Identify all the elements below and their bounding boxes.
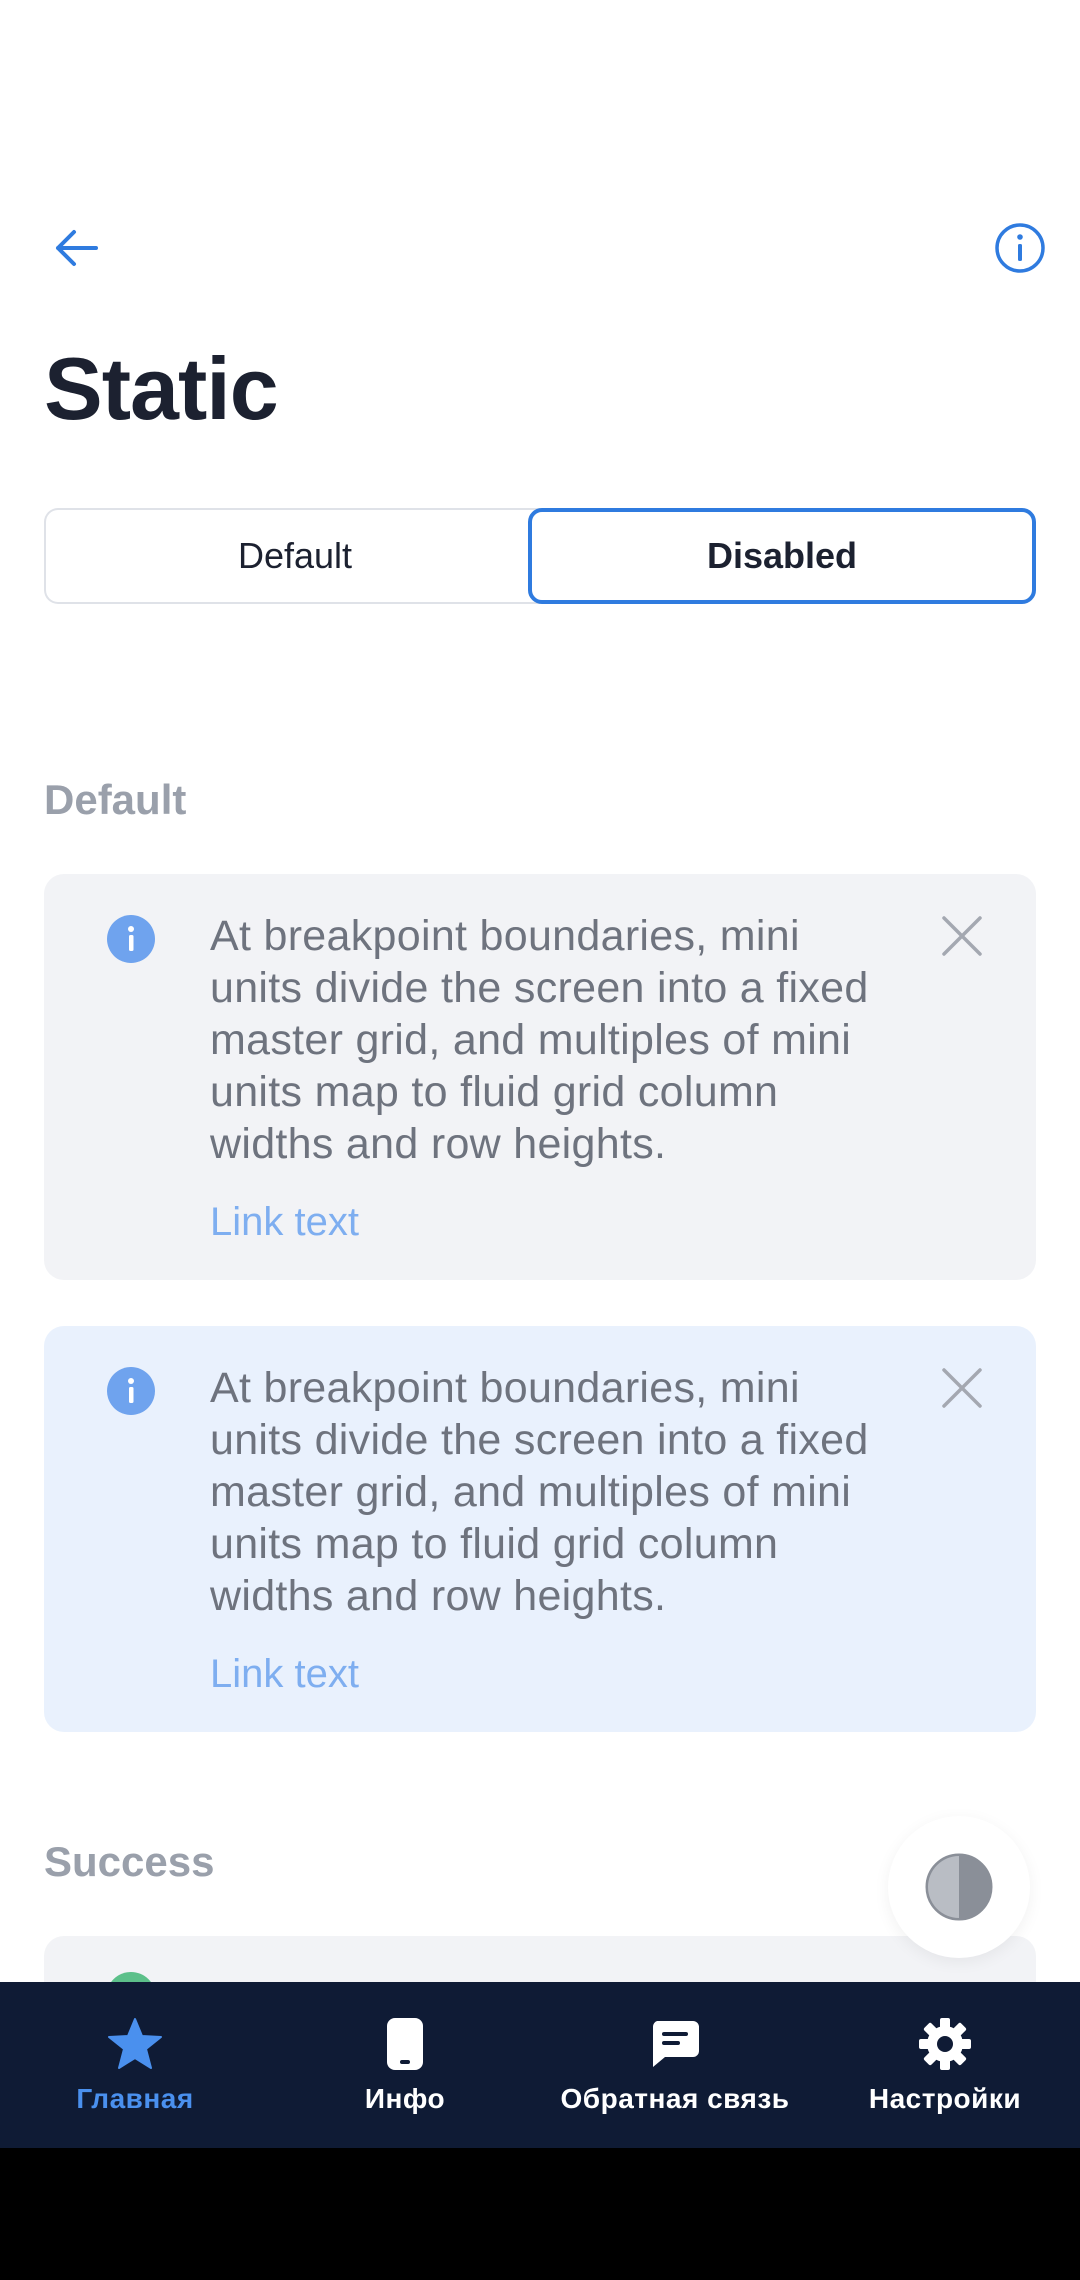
notification-text: At breakpoint boundaries, mini units div…: [210, 912, 869, 1168]
system-navigation-bar: [0, 2148, 1080, 2280]
chat-icon: [652, 2021, 699, 2067]
info-icon: [107, 1367, 155, 1415]
notification-link[interactable]: Link text: [210, 1200, 359, 1245]
phone-icon: [387, 2018, 423, 2070]
section-label-default: Default: [44, 776, 187, 823]
bottom-navigation: Главная Инфо Обратная связь Настройки: [0, 1982, 1080, 2148]
nav-item-settings[interactable]: Настройки: [810, 1982, 1080, 2148]
nav-label-feedback: Обратная связь: [560, 2083, 790, 2114]
nav-item-home[interactable]: Главная: [0, 1982, 270, 2148]
arrow-left-icon: [56, 230, 98, 266]
nav-label-info: Инфо: [364, 2083, 446, 2114]
contrast-icon: [925, 1853, 993, 1921]
notification-card: At breakpoint boundaries, mini units div…: [44, 874, 1036, 1280]
close-icon[interactable]: [940, 914, 984, 958]
nav-item-info[interactable]: Инфо: [270, 1982, 540, 2148]
close-icon[interactable]: [940, 1366, 984, 1410]
segmented-control: Default Disabled: [44, 508, 1036, 604]
nav-label-settings: Настройки: [868, 2083, 1022, 2114]
back-button[interactable]: [44, 216, 108, 280]
segment-disabled[interactable]: Disabled: [528, 508, 1036, 604]
info-icon: [107, 915, 155, 963]
gear-icon: [919, 2018, 971, 2070]
notification-card: At breakpoint boundaries, mini units div…: [44, 1326, 1036, 1732]
segment-default[interactable]: Default: [44, 508, 544, 604]
nav-label-home: Главная: [76, 2083, 194, 2114]
info-button[interactable]: [988, 216, 1052, 280]
nav-item-feedback[interactable]: Обратная связь: [540, 1982, 810, 2148]
theme-toggle-button[interactable]: [888, 1816, 1030, 1958]
notification-link[interactable]: Link text: [210, 1652, 359, 1697]
top-app-bar: [0, 200, 1080, 296]
info-circle-icon: [995, 223, 1045, 273]
page-title: Static: [44, 339, 279, 438]
star-icon: [108, 2018, 162, 2069]
screen: Static Default Disabled Default At break…: [0, 0, 1080, 2280]
notification-text: At breakpoint boundaries, mini units div…: [210, 1364, 869, 1620]
section-label-success: Success: [44, 1838, 215, 1885]
